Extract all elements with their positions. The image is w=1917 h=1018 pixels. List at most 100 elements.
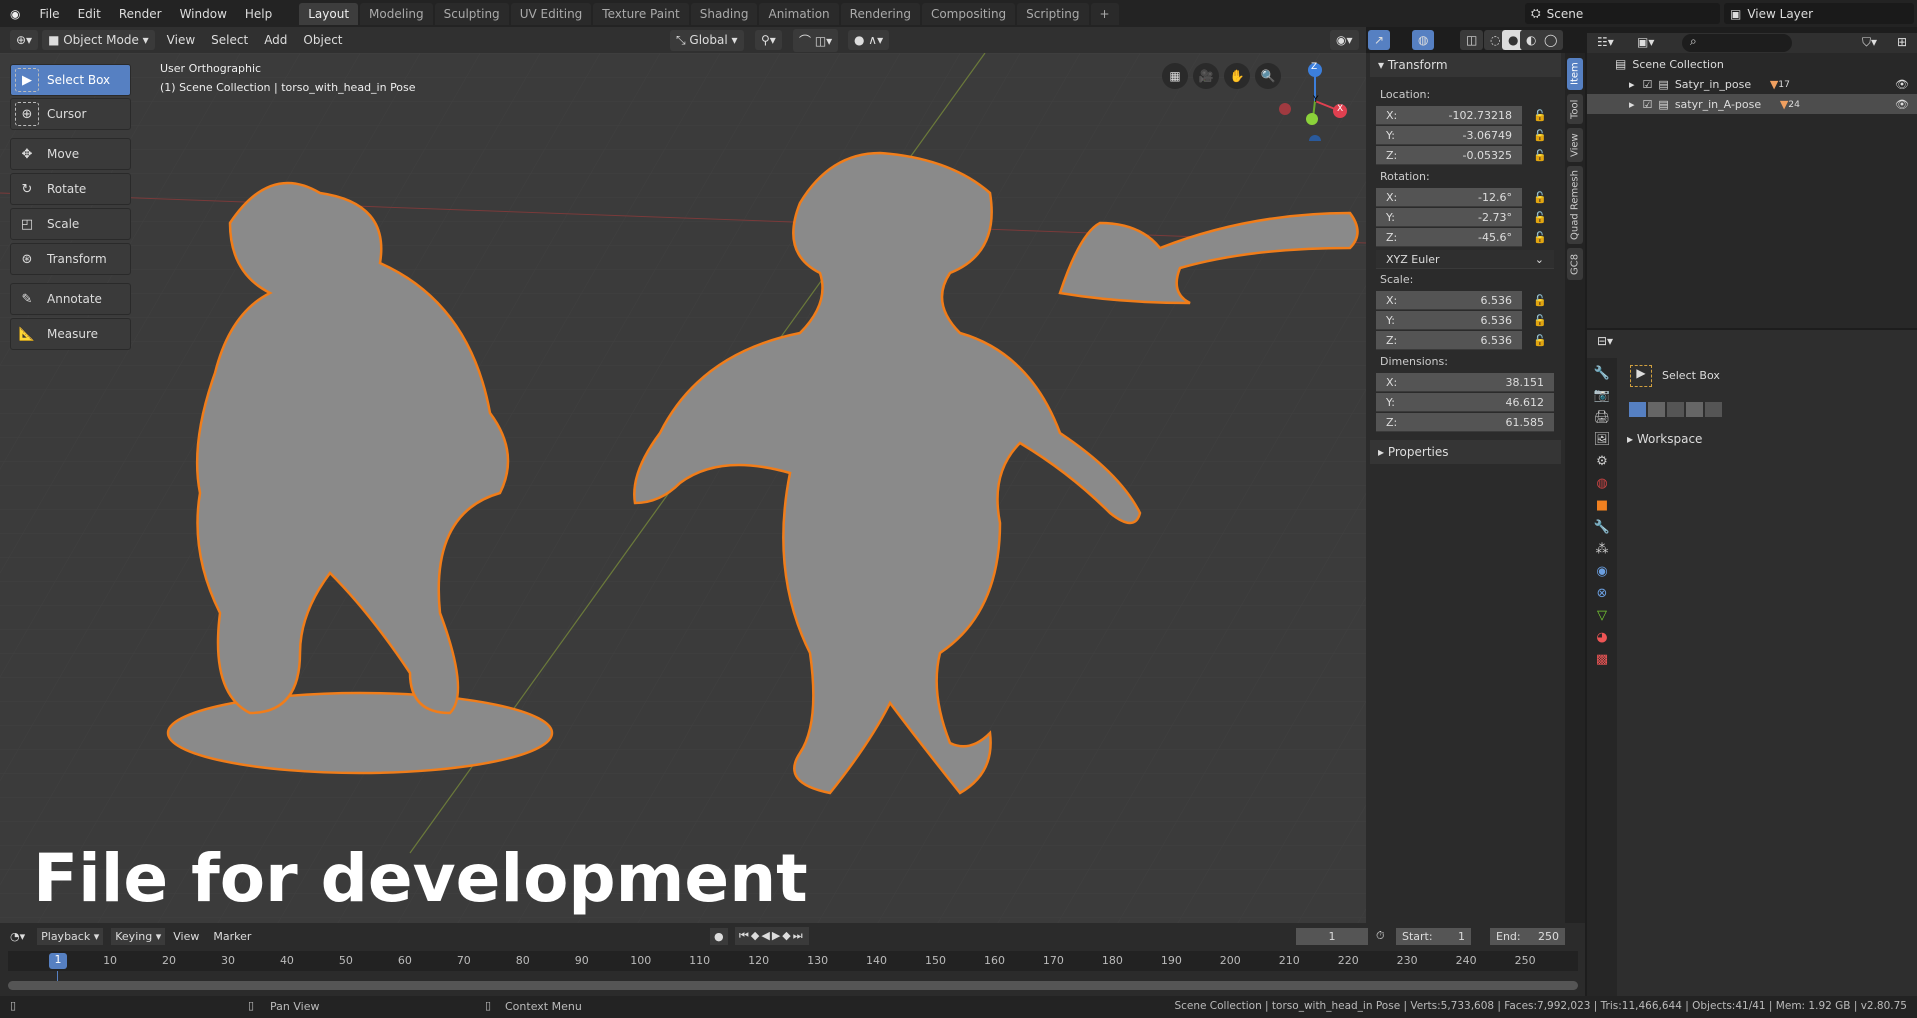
tool-select-box[interactable]: ▶ Select Box xyxy=(10,64,131,96)
end-frame-field[interactable]: End: 250 xyxy=(1490,927,1565,945)
menu-render[interactable]: Render xyxy=(110,7,171,21)
dimension-z-field[interactable]: Z: 61.585 xyxy=(1376,413,1554,432)
playback-controls[interactable]: ⏮◆◀▶◆⏭ xyxy=(735,927,809,945)
tool-move[interactable]: ✥ Move xyxy=(10,138,131,170)
rotation-y-field[interactable]: Y: -2.73° xyxy=(1376,208,1522,227)
menu-keying[interactable]: Keying ▾ xyxy=(111,927,166,945)
material-tab-icon[interactable]: ◕ xyxy=(1596,630,1607,645)
mode-subtract-button[interactable] xyxy=(1667,402,1684,417)
tab-gc8[interactable]: GC8 xyxy=(1567,248,1583,280)
pivot-dropdown[interactable]: ⚲▾ xyxy=(755,30,782,50)
record-button[interactable]: ● xyxy=(710,927,728,945)
tab-modeling[interactable]: Modeling xyxy=(360,2,433,25)
tab-sculpting[interactable]: Sculpting xyxy=(434,2,509,25)
menu-marker[interactable]: Marker xyxy=(213,930,251,943)
tool-annotate[interactable]: ✎ Annotate xyxy=(10,283,131,315)
navigation-gizmo[interactable]: Z X Y xyxy=(1275,61,1355,147)
view-layer-tab-icon[interactable]: 🖼 xyxy=(1594,432,1611,447)
filter-icon[interactable]: ⛉▾ xyxy=(1862,35,1877,50)
lock-icon[interactable]: 🔓 xyxy=(1533,334,1547,347)
lock-icon[interactable]: 🔓 xyxy=(1533,314,1547,327)
tool-scale[interactable]: ◰ Scale xyxy=(10,208,131,240)
workspace-panel-header[interactable]: ▸ Workspace xyxy=(1627,432,1702,446)
menu-view[interactable]: View xyxy=(173,930,199,943)
outliner-item[interactable]: ▸ ☑ ▤ satyr_in_A-pose ▼ 24 👁 xyxy=(1587,94,1917,114)
particles-tab-icon[interactable]: ⁂ xyxy=(1596,542,1609,557)
data-tab-icon[interactable]: ▽ xyxy=(1597,608,1607,623)
tab-rendering[interactable]: Rendering xyxy=(840,2,920,25)
mode-set-button[interactable] xyxy=(1629,402,1646,417)
menu-add[interactable]: Add xyxy=(256,33,295,47)
lock-icon[interactable]: 🔓 xyxy=(1533,129,1547,142)
menu-playback[interactable]: Playback ▾ xyxy=(37,927,104,945)
lock-icon[interactable]: 🔓 xyxy=(1533,294,1547,307)
outliner-root[interactable]: ▤ Scene Collection xyxy=(1587,54,1917,74)
overlay-toggle[interactable]: ◍ xyxy=(1412,30,1435,50)
rotation-mode-dropdown[interactable]: XYZ Euler ⌄ xyxy=(1376,250,1554,269)
world-tab-icon[interactable]: ◍ xyxy=(1596,476,1607,491)
menu-select[interactable]: Select xyxy=(203,33,256,47)
properties-panel-header[interactable]: ▸ Properties xyxy=(1370,440,1561,464)
checkbox[interactable]: ☑ xyxy=(1643,98,1653,111)
orientation-dropdown[interactable]: ⤡ Global ▾ xyxy=(670,29,744,51)
outliner-search-input[interactable]: ⌕ xyxy=(1682,34,1792,52)
camera-icon[interactable]: 🎥 xyxy=(1193,63,1219,89)
mode-invert-button[interactable] xyxy=(1686,402,1703,417)
grid-view-icon[interactable]: ▦ xyxy=(1162,63,1188,89)
tab-scripting[interactable]: Scripting xyxy=(1017,2,1089,25)
physics-tab-icon[interactable]: ◉ xyxy=(1596,564,1607,579)
scale-x-field[interactable]: X: 6.536 xyxy=(1376,291,1522,310)
tool-cursor[interactable]: ⊕ Cursor xyxy=(10,98,131,130)
scene-tab-icon[interactable]: ⚙ xyxy=(1596,454,1608,469)
modifier-tab-icon[interactable]: 🔧 xyxy=(1594,520,1610,535)
menu-help[interactable]: Help xyxy=(236,7,281,21)
3d-viewport[interactable]: User Orthographic (1) Scene Collection |… xyxy=(0,53,1366,923)
constraints-tab-icon[interactable]: ⊗ xyxy=(1597,586,1608,601)
menu-edit[interactable]: Edit xyxy=(69,7,110,21)
menu-file[interactable]: File xyxy=(30,7,68,21)
scale-z-field[interactable]: Z: 6.536 xyxy=(1376,331,1522,350)
timeline-scrollbar[interactable] xyxy=(8,981,1578,990)
mode-dropdown[interactable]: ■ Object Mode ▾ xyxy=(42,30,155,50)
tab-texture-paint[interactable]: Texture Paint xyxy=(593,2,689,25)
tool-tab-icon[interactable]: 🔧 xyxy=(1594,366,1610,381)
new-collection-icon[interactable]: ⊞ xyxy=(1897,35,1907,49)
menu-view[interactable]: View xyxy=(159,33,203,47)
tab-item[interactable]: Item xyxy=(1567,58,1583,90)
lock-icon[interactable]: 🔓 xyxy=(1533,211,1547,224)
shading-rendered[interactable]: ◯ xyxy=(1538,30,1564,50)
location-y-field[interactable]: Y: -3.06749 xyxy=(1376,126,1522,145)
frame-ruler[interactable]: 1 10 20 30 40 50 60 70 80 90 100 110 120 130 140 150 16… xyxy=(8,951,1578,971)
expand-arrow-icon[interactable]: ▸ xyxy=(1629,98,1635,111)
stopwatch-icon[interactable]: ⏱ xyxy=(1376,929,1385,943)
snap-toggle[interactable]: ⌒ ◫▾ xyxy=(793,28,839,52)
object-tab-icon[interactable]: ■ xyxy=(1596,498,1608,513)
start-frame-field[interactable]: Start: 1 xyxy=(1396,927,1471,945)
tool-measure[interactable]: 📐 Measure xyxy=(10,318,131,350)
scale-y-field[interactable]: Y: 6.536 xyxy=(1376,311,1522,330)
view-layer-selector[interactable]: ▣ View Layer xyxy=(1724,3,1914,24)
tab-compositing[interactable]: Compositing xyxy=(921,2,1016,25)
tool-transform[interactable]: ⊛ Transform xyxy=(10,243,131,275)
mode-extend-button[interactable] xyxy=(1648,402,1665,417)
gizmo-toggle[interactable]: ↗ xyxy=(1368,30,1391,50)
tool-rotate[interactable]: ↻ Rotate xyxy=(10,173,131,205)
tab-quad-remesh[interactable]: Quad Remesh xyxy=(1567,166,1583,244)
tab-animation[interactable]: Animation xyxy=(759,2,839,25)
eye-icon[interactable]: 👁 xyxy=(1895,98,1909,111)
rotation-z-field[interactable]: Z: -45.6° xyxy=(1376,228,1522,247)
current-frame-field[interactable]: 1 xyxy=(1296,927,1368,945)
location-z-field[interactable]: Z: -0.05325 xyxy=(1376,146,1522,165)
transform-panel-header[interactable]: ▾ Transform xyxy=(1370,53,1561,77)
display-mode-icon[interactable]: ☷▾ xyxy=(1597,35,1614,49)
mode-intersect-button[interactable] xyxy=(1705,402,1722,417)
pan-hand-icon[interactable]: ✋ xyxy=(1224,63,1250,89)
tab-view[interactable]: View xyxy=(1567,128,1583,162)
output-tab-icon[interactable]: 🖨 xyxy=(1594,410,1611,425)
tab-uv-editing[interactable]: UV Editing xyxy=(510,2,592,25)
dimension-x-field[interactable]: X: 38.151 xyxy=(1376,373,1554,392)
tab-layout[interactable]: Layout xyxy=(299,2,359,25)
playhead[interactable]: 1 xyxy=(49,953,67,969)
menu-object[interactable]: Object xyxy=(295,33,350,47)
outliner-item[interactable]: ▸ ☑ ▤ Satyr_in_pose ▼ 17 👁 xyxy=(1587,74,1917,94)
